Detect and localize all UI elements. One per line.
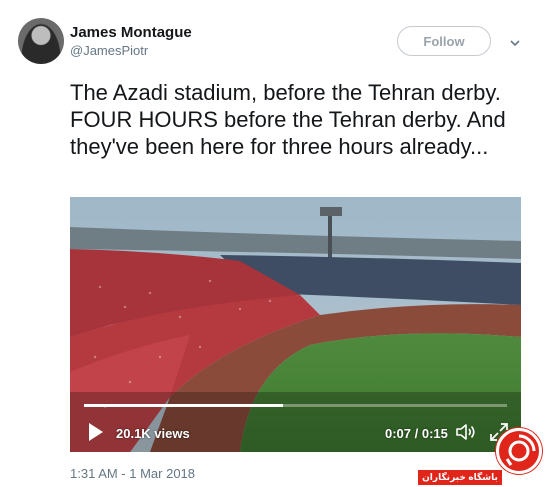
- video-progress-bar[interactable]: [84, 404, 507, 407]
- avatar[interactable]: [18, 18, 64, 64]
- tweet-timestamp[interactable]: 1:31 AM - 1 Mar 2018: [70, 466, 195, 481]
- video-progress-fill: [84, 404, 283, 407]
- video-views: 20.1K views: [116, 426, 190, 441]
- watermark-logo: باشگاه خبرنگاران: [418, 428, 550, 487]
- stadium-video-frame: [70, 197, 521, 452]
- watermark-emblem-icon: [496, 428, 542, 474]
- author-handle[interactable]: @JamesPiotr: [70, 43, 148, 58]
- author-name[interactable]: James Montague: [70, 24, 192, 41]
- video-player[interactable]: 20.1K views 0:07 / 0:15: [70, 197, 521, 452]
- tweet-text: The Azadi stadium, before the Tehran der…: [70, 80, 506, 159]
- watermark-label: باشگاه خبرنگاران: [418, 470, 502, 485]
- tweet-card: James Montague @JamesPiotr Follow The Az…: [0, 0, 550, 487]
- chevron-down-icon[interactable]: [509, 37, 521, 49]
- play-icon[interactable]: [84, 421, 106, 443]
- follow-button[interactable]: Follow: [397, 26, 491, 56]
